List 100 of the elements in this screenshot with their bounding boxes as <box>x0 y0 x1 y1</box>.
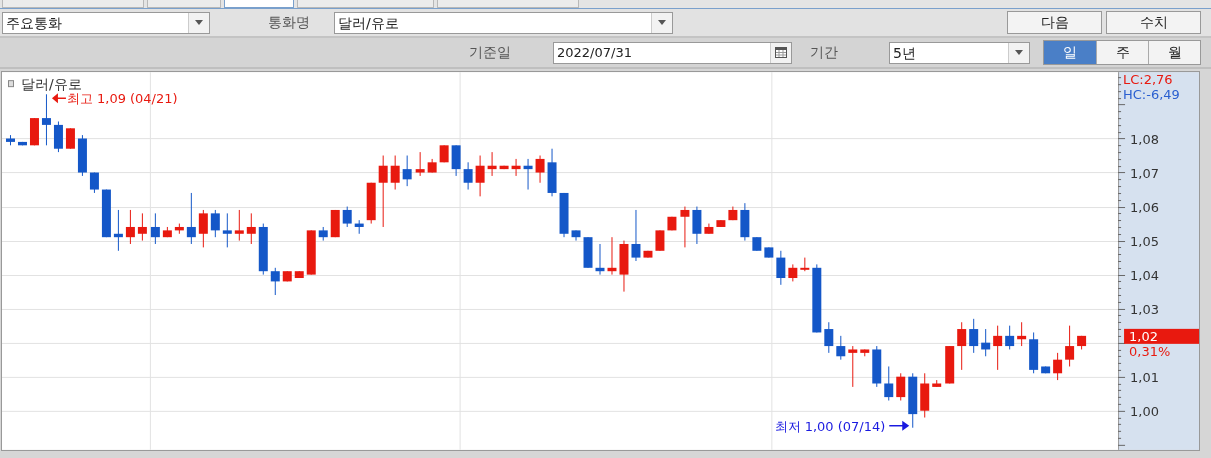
high-annotation: 최고 1,09 (04/21) <box>66 91 178 107</box>
candlestick <box>330 209 340 238</box>
candlestick <box>415 151 425 177</box>
caret-icon <box>1015 50 1023 55</box>
candlestick <box>439 144 449 163</box>
candlestick <box>993 325 1003 371</box>
candlestick <box>740 202 750 242</box>
candlestick <box>258 223 268 276</box>
candlestick <box>981 328 991 357</box>
candlestick <box>101 189 111 238</box>
candlestick <box>294 270 304 279</box>
candlestick <box>511 158 521 177</box>
candlestick <box>872 345 882 388</box>
candlestick <box>957 321 967 371</box>
candlestick <box>1077 335 1087 350</box>
candlestick <box>390 155 400 191</box>
tab[interactable] <box>224 0 294 8</box>
candlestick <box>162 226 172 238</box>
candlestick <box>270 267 280 296</box>
candlestick <box>692 206 702 245</box>
candlestick <box>559 192 569 238</box>
candlestick <box>547 148 557 197</box>
candlestick <box>1065 325 1075 367</box>
candlestick <box>619 240 629 293</box>
candlestick <box>282 270 292 282</box>
candlestick <box>523 158 533 191</box>
candlestick <box>728 206 738 221</box>
toolbar-button[interactable]: 수치 <box>1106 11 1201 34</box>
candlestick <box>487 151 497 177</box>
axis-label: 1,05 <box>1130 233 1159 249</box>
candlestick <box>41 93 51 146</box>
candlestick <box>752 236 762 252</box>
interval-tab[interactable]: 일 <box>1044 41 1096 64</box>
currency-label: 통화명 <box>268 13 311 32</box>
tab[interactable] <box>2 0 144 8</box>
candlestick <box>908 372 918 429</box>
candlestick <box>1041 366 1051 374</box>
axis-label: 1,06 <box>1130 199 1159 215</box>
candlestick <box>607 236 617 276</box>
candlestick <box>583 236 593 269</box>
legend-square-icon <box>8 80 14 88</box>
candlestick <box>776 250 786 286</box>
candlestick <box>30 117 39 146</box>
candlestick <box>89 172 99 194</box>
currency-dropdown[interactable]: 달러/유로 <box>334 11 673 34</box>
candlestick <box>222 212 232 248</box>
candlestick <box>499 165 509 170</box>
candlestick <box>451 144 461 177</box>
tab[interactable] <box>297 0 434 8</box>
candlestick <box>932 379 942 388</box>
date-field[interactable]: 2022/07/31 <box>553 41 792 64</box>
candlestick <box>824 321 834 354</box>
candlestick <box>210 209 220 238</box>
candlestick <box>354 219 364 235</box>
caret-icon <box>658 20 666 25</box>
candlestick <box>716 219 726 228</box>
candlestick <box>18 141 27 146</box>
candlestick <box>1029 331 1039 374</box>
period-dropdown[interactable]: 5년 <box>889 41 1030 64</box>
candlestick <box>77 134 87 177</box>
candlestick <box>643 250 653 259</box>
candlestick <box>595 243 605 276</box>
candlestick <box>945 345 955 384</box>
axis-label: 1,08 <box>1130 131 1159 147</box>
candlestick <box>667 216 677 231</box>
candlestick <box>1053 352 1063 381</box>
candlestick <box>1005 325 1015 350</box>
candlestick <box>812 263 822 333</box>
axis-label: 1,04 <box>1130 267 1159 283</box>
interval-tab[interactable]: 월 <box>1148 41 1200 64</box>
change-percent: 0,31% <box>1129 343 1171 359</box>
low-annotation: 최저 1,00 (07/14) <box>774 418 886 434</box>
candlestick <box>234 209 244 242</box>
candlestick <box>366 182 376 225</box>
candlestick <box>704 223 714 235</box>
candlestick <box>836 335 846 361</box>
candlestick <box>475 155 485 197</box>
right-arrow <box>888 420 910 431</box>
axis-label: 1,07 <box>1130 165 1159 181</box>
candlestick <box>65 127 75 150</box>
tab[interactable] <box>437 0 579 8</box>
hc-value: HC:-6,49 <box>1123 87 1180 103</box>
candlestick <box>6 134 15 146</box>
candlestick <box>198 209 208 248</box>
candlestick <box>427 158 437 174</box>
candlestick <box>342 206 352 228</box>
category-dropdown[interactable]: 주요통화 <box>2 11 210 34</box>
candlestick <box>788 263 798 282</box>
candlestick <box>535 155 545 184</box>
candlestick <box>125 209 135 245</box>
candlestick <box>848 345 858 388</box>
tab[interactable] <box>147 0 221 8</box>
period-label: 기간 <box>810 43 839 62</box>
toolbar-button[interactable]: 다음 <box>1007 11 1102 34</box>
calendar-icon <box>775 47 787 58</box>
candlestick <box>318 226 328 242</box>
candlestick <box>860 348 870 357</box>
candlestick <box>306 229 316 276</box>
candlestick <box>150 212 160 245</box>
interval-tab[interactable]: 주 <box>1096 41 1148 64</box>
